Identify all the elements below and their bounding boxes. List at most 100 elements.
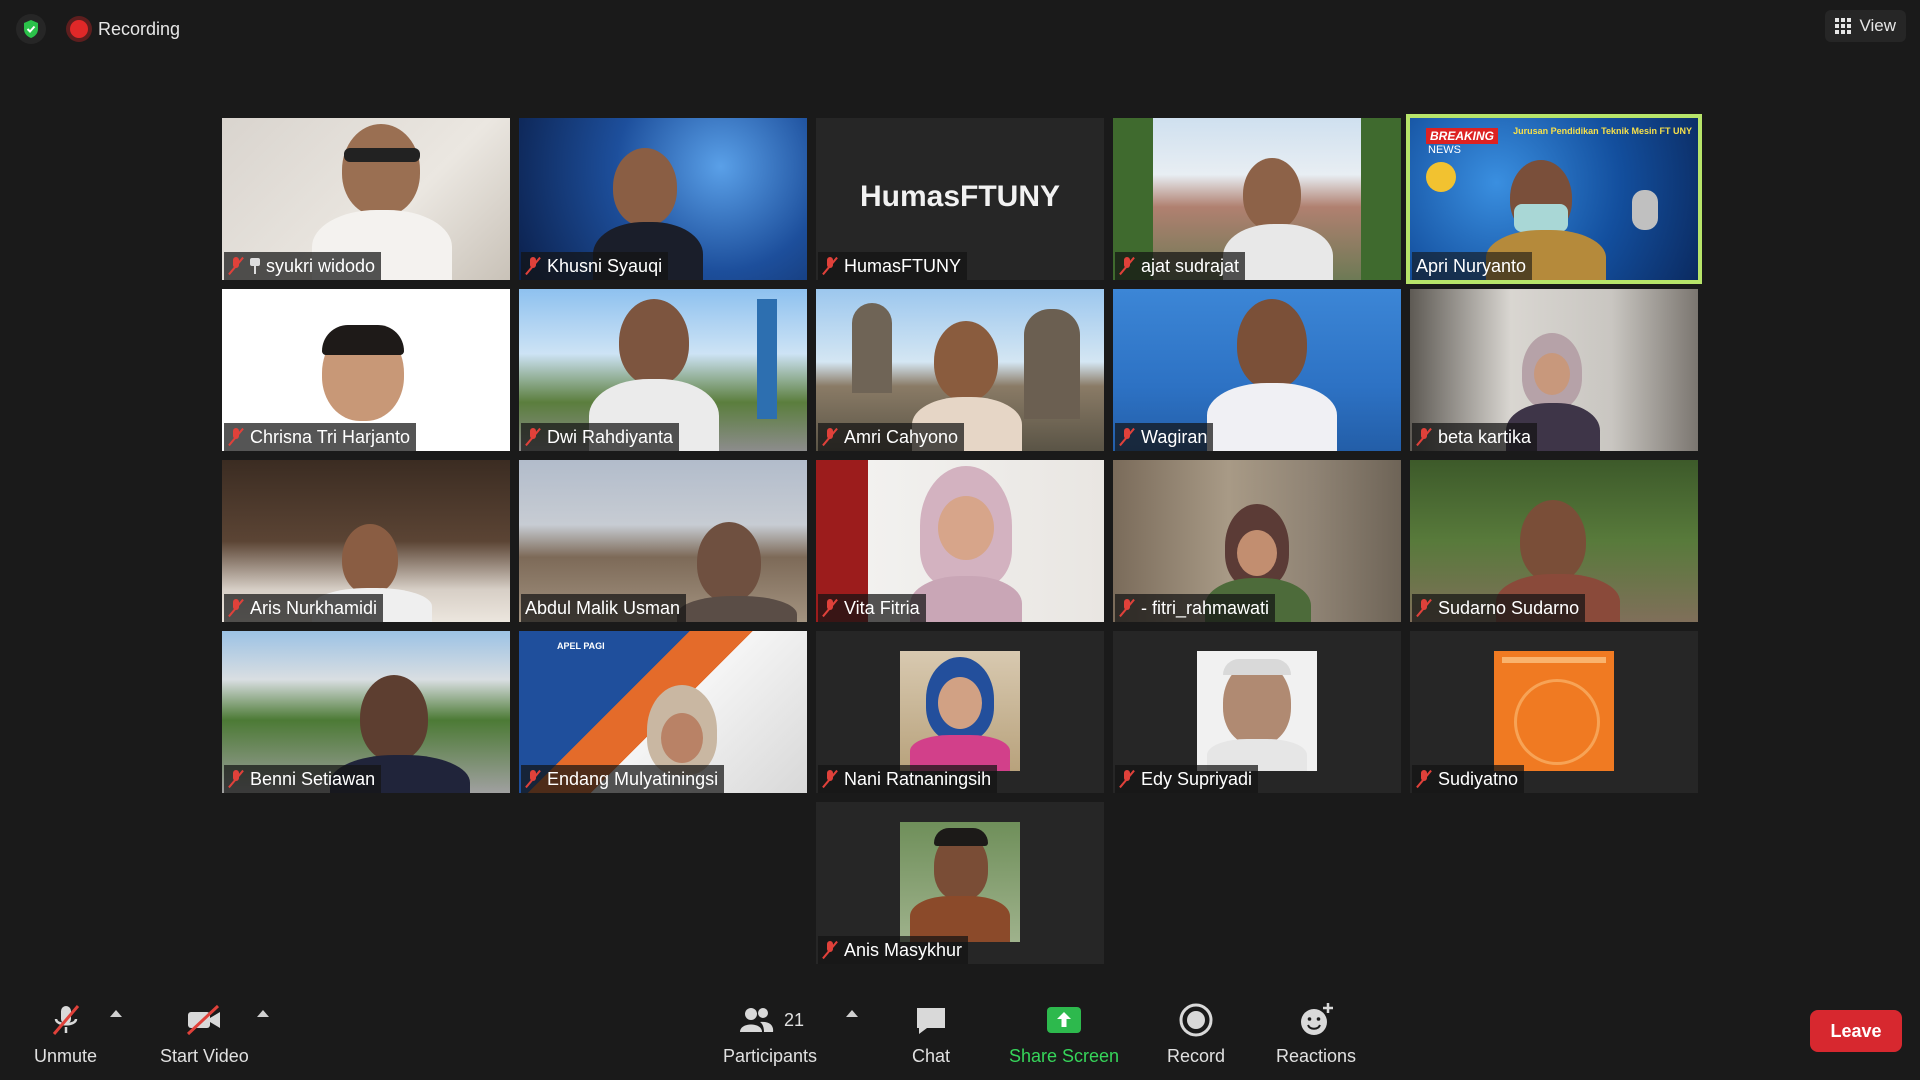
chat-button[interactable]: Chat: [911, 1000, 951, 1067]
mic-muted-icon: [822, 598, 838, 618]
start-video-button[interactable]: Start Video: [160, 1000, 249, 1067]
pin-icon: [250, 258, 260, 274]
participant-avatar: [900, 822, 1020, 942]
video-tile[interactable]: Aris Nurkhamidi: [222, 460, 510, 622]
video-tile[interactable]: Chrisna Tri Harjanto: [222, 289, 510, 451]
audio-options-chevron-up-icon[interactable]: [110, 1010, 122, 1017]
video-tile[interactable]: Nani Ratnaningsih: [816, 631, 1104, 793]
video-tile[interactable]: Anis Masykhur: [816, 802, 1104, 964]
participant-name-tag: Sudarno Sudarno: [1412, 594, 1586, 622]
participant-name-tag: HumasFTUNY: [818, 252, 968, 280]
video-options-chevron-up-icon[interactable]: [257, 1010, 269, 1017]
leave-button[interactable]: Leave: [1810, 1010, 1902, 1052]
participant-name-tag: Benni Setiawan: [224, 765, 382, 793]
participant-name-tag: Endang Mulyatiningsi: [521, 765, 725, 793]
mic-muted-icon: [228, 256, 244, 276]
record-icon: [1176, 1000, 1216, 1040]
mic-muted-icon: [1119, 256, 1135, 276]
participant-name-tag: Aris Nurkhamidi: [224, 594, 384, 622]
university-logo-icon: [1426, 162, 1456, 192]
participant-name-tag: Nani Ratnaningsih: [818, 765, 998, 793]
mic-muted-icon: [1416, 769, 1432, 789]
video-tile[interactable]: Sudiyatno: [1410, 631, 1698, 793]
microphone-prop: [1632, 190, 1658, 230]
participant-name-tag: Amri Cahyono: [818, 423, 965, 451]
mic-muted-icon: [1416, 427, 1432, 447]
participant-name-tag: Chrisna Tri Harjanto: [224, 423, 417, 451]
video-tile[interactable]: Edy Supriyadi: [1113, 631, 1401, 793]
chat-label: Chat: [911, 1046, 951, 1066]
participant-name-tag: Sudiyatno: [1412, 765, 1525, 793]
participants-count: 21: [784, 1009, 805, 1030]
mic-muted-icon: [1119, 598, 1135, 618]
microphone-muted-icon: [46, 1000, 86, 1040]
mic-muted-icon: [822, 940, 838, 960]
video-tile[interactable]: Dwi Rahdiyanta: [519, 289, 807, 451]
chat-bubble-icon: [911, 1000, 951, 1040]
unmute-button[interactable]: Unmute: [34, 1000, 97, 1067]
recording-indicator[interactable]: Recording: [60, 14, 192, 44]
mic-muted-icon: [1119, 427, 1135, 447]
reactions-label: Reactions: [1276, 1046, 1357, 1066]
participant-avatar: [900, 651, 1020, 771]
participant-name-tag: Dwi Rahdiyanta: [521, 423, 680, 451]
participant-name-tag: Abdul Malik Usman: [521, 594, 687, 622]
mic-muted-icon: [1416, 598, 1432, 618]
video-tile[interactable]: syukri widodo: [222, 118, 510, 280]
participant-name-tag: ajat sudrajat: [1115, 252, 1246, 280]
stupa-background: [1024, 309, 1080, 419]
participants-options-chevron-up-icon[interactable]: [846, 1010, 858, 1017]
view-label: View: [1859, 16, 1896, 35]
mic-muted-icon: [822, 769, 838, 789]
top-bar: Recording View: [0, 0, 1920, 60]
video-tile[interactable]: Benni Setiawan: [222, 631, 510, 793]
view-button[interactable]: View: [1825, 10, 1906, 42]
reactions-button[interactable]: Reactions: [1276, 1000, 1356, 1067]
video-tile[interactable]: Abdul Malik Usman: [519, 460, 807, 622]
video-tile[interactable]: Vita Fitria: [816, 460, 1104, 622]
video-tile[interactable]: APEL PAGI Endang Mulyatiningsi: [519, 631, 807, 793]
mic-muted-icon: [525, 769, 541, 789]
recording-label: Recording: [98, 18, 181, 39]
video-tile-active-speaker[interactable]: BREAKING NEWS Jurusan Pendidikan Teknik …: [1406, 114, 1702, 284]
start-video-label: Start Video: [160, 1046, 249, 1066]
video-tile[interactable]: beta kartika: [1410, 289, 1698, 451]
record-button[interactable]: Record: [1167, 1000, 1225, 1067]
participant-name-tag: Apri Nuryanto: [1412, 252, 1533, 280]
video-tile[interactable]: Wagiran: [1113, 289, 1401, 451]
video-tile[interactable]: Khusni Syauqi: [519, 118, 807, 280]
banner-text: Jurusan Pendidikan Teknik Mesin FT UNY: [1513, 126, 1692, 136]
participant-name-tag: Wagiran: [1115, 423, 1214, 451]
video-tile[interactable]: Sudarno Sudarno: [1410, 460, 1698, 622]
mic-muted-icon: [228, 769, 244, 789]
mic-muted-icon: [1119, 769, 1135, 789]
participant-name-tag: Khusni Syauqi: [521, 252, 669, 280]
participant-avatar: [1197, 651, 1317, 771]
mic-muted-icon: [822, 256, 838, 276]
tree-background: [1361, 118, 1401, 280]
virtual-background-text: APEL PAGI: [557, 641, 605, 651]
participant-name-tag: Edy Supriyadi: [1115, 765, 1259, 793]
share-screen-button[interactable]: Share Screen: [1009, 1000, 1119, 1067]
banner-pole: [757, 299, 777, 419]
recording-dot-icon: [70, 20, 88, 38]
smiley-add-icon: [1296, 1000, 1336, 1040]
participant-name-tag: beta kartika: [1412, 423, 1538, 451]
share-screen-label: Share Screen: [1009, 1046, 1120, 1066]
mic-muted-icon: [228, 427, 244, 447]
video-tile[interactable]: Amri Cahyono: [816, 289, 1104, 451]
news-label: NEWS: [1428, 144, 1461, 156]
mic-muted-icon: [525, 427, 541, 447]
participants-button[interactable]: 21 Participants: [723, 1000, 817, 1067]
share-screen-icon: [1044, 1000, 1084, 1040]
unmute-label: Unmute: [34, 1046, 98, 1066]
participants-icon: [736, 1000, 776, 1040]
meeting-toolbar: Unmute Start Video 21 Participants Chat …: [0, 992, 1920, 1080]
video-tile[interactable]: - fitri_rahmawati: [1113, 460, 1401, 622]
security-shield-icon[interactable]: [16, 14, 46, 44]
mic-muted-icon: [525, 256, 541, 276]
mic-muted-icon: [228, 598, 244, 618]
video-tile[interactable]: ajat sudrajat: [1113, 118, 1401, 280]
video-tile[interactable]: HumasFTUNY HumasFTUNY: [816, 118, 1104, 280]
participant-name-tag: Anis Masykhur: [818, 936, 969, 964]
